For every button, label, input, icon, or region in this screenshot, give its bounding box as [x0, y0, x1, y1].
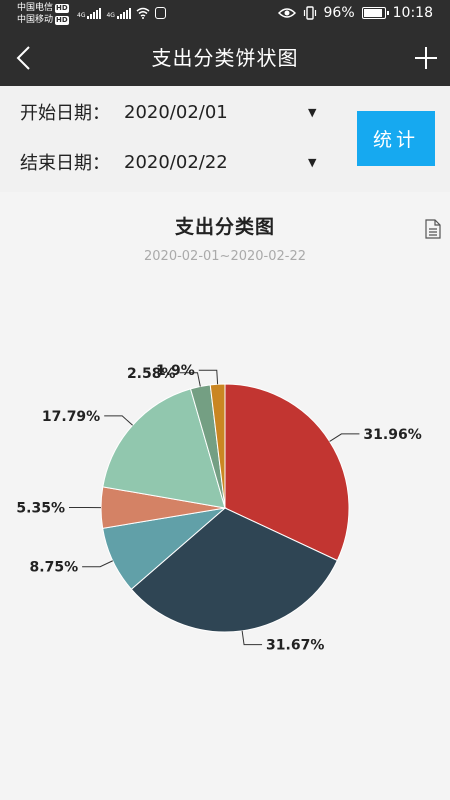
network-type: 4G — [106, 12, 115, 19]
slice-leader-line — [241, 630, 263, 646]
battery-percent: 96% — [323, 5, 355, 21]
slice-label: 17.79% — [42, 409, 100, 425]
slice-label: 8.75% — [30, 560, 79, 576]
network-type: 4G — [77, 12, 86, 19]
eye-icon — [277, 8, 296, 18]
chart-area: 31.96% 31.67% 8.75% 5.35% 17.79% 2.58% 1.9% 支出… — [0, 192, 450, 800]
status-right: 96% 10:18 — [277, 5, 433, 21]
statistics-button[interactable]: 统计 — [357, 111, 435, 166]
start-date-select[interactable]: 2020/02/01 — [124, 102, 306, 123]
wifi-icon — [136, 7, 150, 19]
chart-title: 支出分类图 — [174, 216, 275, 238]
signal-icon: 4G — [77, 8, 102, 19]
end-date-row: 结束日期： 2020/02/22 ▼ — [20, 144, 316, 180]
slice-label: 1.9% — [156, 363, 195, 379]
hd-badge: HD — [55, 3, 69, 13]
clock: 10:18 — [392, 5, 433, 21]
status-bar: 中国电信 HD 中国移动 HD 4G 4G 96% 10:18 — [0, 0, 450, 30]
add-icon[interactable] — [414, 46, 438, 70]
slice-label: 31.96% — [363, 427, 421, 443]
slice-leader-line — [104, 415, 133, 426]
slice-leader-line — [329, 433, 360, 442]
app-bar: 支出分类饼状图 — [0, 30, 450, 86]
page-title: 支出分类饼状图 — [151, 46, 299, 70]
carrier-info: 中国电信 HD 中国移动 HD — [17, 2, 69, 26]
dropdown-caret-icon[interactable]: ▼ — [308, 156, 316, 169]
pie-chart: 31.96%31.67%8.75%5.35%17.79%2.58%1.9% — [16, 363, 421, 654]
date-filter-panel: 开始日期： 2020/02/01 ▼ 结束日期： 2020/02/22 ▼ 统计 — [0, 86, 450, 192]
end-date-label: 结束日期： — [20, 153, 110, 174]
battery-icon — [361, 7, 389, 19]
start-date-label: 开始日期： — [20, 103, 110, 124]
dropdown-caret-icon[interactable]: ▼ — [308, 106, 316, 119]
slice-label: 31.67% — [266, 638, 324, 654]
start-date-row: 开始日期： 2020/02/01 ▼ — [20, 94, 316, 130]
hd-badge: HD — [55, 15, 69, 25]
signal-icon: 4G — [106, 8, 131, 19]
slice-label: 5.35% — [16, 501, 65, 517]
signal-group: 4G 4G — [77, 7, 166, 19]
document-icon[interactable] — [425, 219, 441, 239]
end-date-select[interactable]: 2020/02/22 — [124, 152, 306, 173]
carrier-2: 中国移动 — [17, 15, 54, 25]
notification-icon — [154, 7, 166, 19]
chart-subtitle: 2020-02-01~2020-02-22 — [144, 249, 306, 264]
vibrate-icon — [303, 6, 316, 20]
slice-leader-line — [198, 369, 219, 385]
carrier-1: 中国电信 — [17, 3, 54, 13]
slice-leader-line — [82, 560, 113, 568]
